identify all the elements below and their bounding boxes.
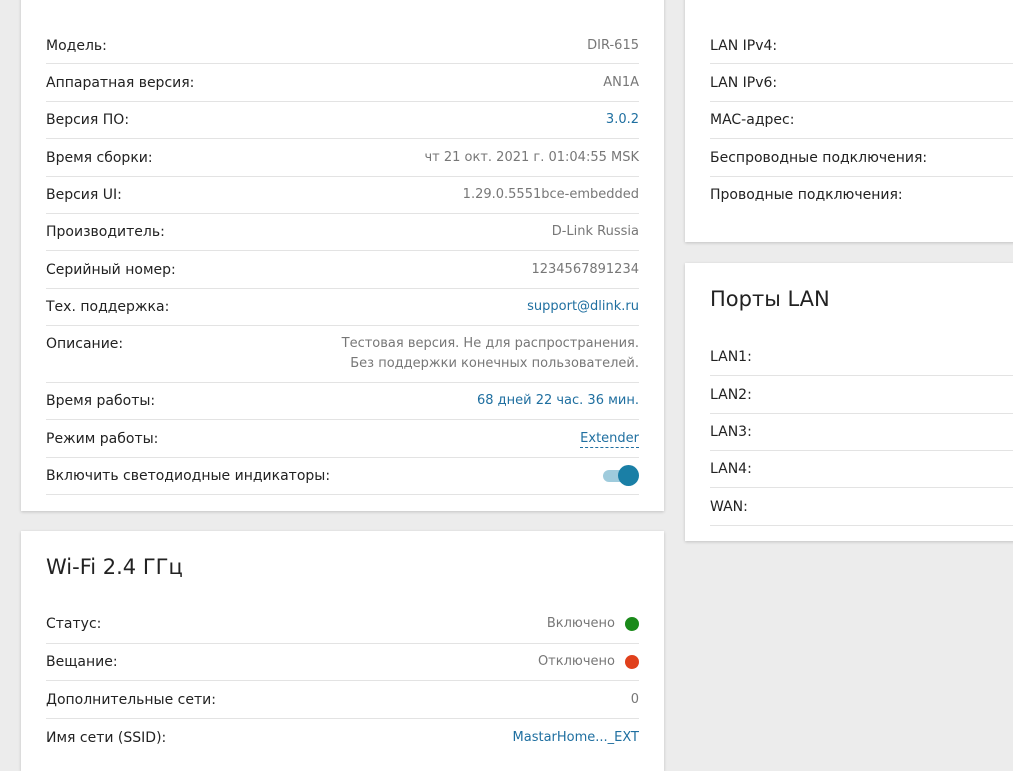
row-lan-ipv4: LAN IPv4: (710, 27, 1013, 64)
status-on-indicator-icon (625, 616, 639, 631)
row-label: Версия UI: (46, 187, 122, 203)
wifi-card-title: Wi-Fi 2.4 ГГц (46, 555, 183, 579)
row-label: Модель: (46, 38, 107, 54)
row-value: DIR-615 (587, 38, 639, 53)
row-wifi-broadcast: Вещание: Отключено (46, 644, 639, 681)
row-label: LAN IPv6: (710, 75, 778, 91)
row-wifi-status: Статус: Включено (46, 606, 639, 644)
row-ui-version: Версия UI: 1.29.0.5551bce-embedded (46, 177, 639, 214)
row-label: LAN2: (710, 387, 752, 403)
row-value: Включено (546, 616, 615, 631)
row-hardware-version: Аппаратная версия: AN1A (46, 64, 639, 102)
row-wan: WAN: (710, 488, 1013, 526)
row-label: Аппаратная версия: (46, 75, 195, 91)
network-info-list: LAN IPv4: LAN IPv6: MAC-адрес: Беспровод… (710, 27, 1013, 214)
row-ssid: Имя сети (SSID): MastarHome..._EXT (46, 719, 639, 757)
operation-mode-link[interactable]: Extender (580, 431, 639, 448)
row-serial-number: Серийный номер: 1234567891234 (46, 251, 639, 289)
row-label: LAN IPv4: (710, 38, 778, 54)
row-label: Имя сети (SSID): (46, 730, 167, 746)
row-value: чт 21 окт. 2021 г. 01:04:55 MSK (424, 150, 639, 165)
row-value: 1234567891234 (531, 262, 639, 277)
row-label: Серийный номер: (46, 262, 176, 278)
lan-ports-list: LAN1: LAN2: LAN3: LAN4: WAN: (710, 339, 1013, 526)
row-value: Отключено (537, 654, 615, 669)
row-uptime: Время работы: 68 дней 22 час. 36 мин. (46, 383, 639, 420)
row-operation-mode: Режим работы: Extender (46, 420, 639, 458)
row-label: LAN3: (710, 424, 752, 440)
row-model: Модель: DIR-615 (46, 27, 639, 64)
wifi-card: Wi-Fi 2.4 ГГц Статус: Включено Вещание: … (21, 531, 664, 771)
row-label: Дополнительные сети: (46, 692, 216, 708)
row-led-indicators: Включить светодиодные индикаторы: (46, 458, 639, 495)
row-value: AN1A (603, 75, 639, 90)
status-off-indicator-icon (625, 654, 639, 669)
row-label: Время работы: (46, 393, 156, 409)
row-label: Описание: (46, 336, 124, 352)
row-value: 0 (630, 692, 639, 707)
row-lan3: LAN3: (710, 414, 1013, 451)
wifi-info-list: Статус: Включено Вещание: Отключено Допо… (46, 606, 639, 757)
row-additional-networks: Дополнительные сети: 0 (46, 681, 639, 719)
row-label: Производитель: (46, 224, 165, 240)
row-firmware-version: Версия ПО: 3.0.2 (46, 102, 639, 139)
row-label: Проводные подключения: (710, 187, 903, 203)
row-lan4: LAN4: (710, 451, 1013, 488)
firmware-version-link[interactable]: 3.0.2 (606, 112, 639, 127)
row-label: Режим работы: (46, 431, 159, 447)
row-label: Вещание: (46, 654, 118, 670)
ssid-link[interactable]: MastarHome..._EXT (513, 730, 639, 745)
lan-ports-card: Порты LAN LAN1: LAN2: LAN3: LAN4: WAN: (685, 263, 1013, 541)
row-value: Тестовая версия. Не для распространения.… (341, 336, 639, 371)
support-email-link[interactable]: support@dlink.ru (527, 299, 639, 314)
row-label: Версия ПО: (46, 112, 130, 128)
row-manufacturer: Производитель: D-Link Russia (46, 214, 639, 251)
row-mac-address: MAC-адрес: (710, 102, 1013, 139)
row-wireless-connections: Беспроводные подключения: (710, 139, 1013, 177)
row-label: LAN4: (710, 461, 752, 477)
device-info-list: Модель: DIR-615 Аппаратная версия: AN1A … (46, 27, 639, 495)
row-label: Время сборки: (46, 150, 153, 166)
lan-ports-title: Порты LAN (710, 287, 830, 311)
device-info-card: Модель: DIR-615 Аппаратная версия: AN1A … (21, 0, 664, 511)
row-label: Тех. поддержка: (46, 299, 170, 315)
row-label: WAN: (710, 499, 748, 515)
row-label: LAN1: (710, 349, 752, 365)
row-lan-ipv6: LAN IPv6: (710, 64, 1013, 102)
row-label: MAC-адрес: (710, 112, 795, 128)
row-label: Беспроводные подключения: (710, 150, 928, 166)
row-lan2: LAN2: (710, 376, 1013, 414)
led-indicators-toggle[interactable] (603, 465, 639, 487)
row-description: Описание: Тестовая версия. Не для распро… (46, 326, 639, 383)
row-build-time: Время сборки: чт 21 окт. 2021 г. 01:04:5… (46, 139, 639, 177)
row-support: Тех. поддержка: support@dlink.ru (46, 289, 639, 326)
row-wired-connections: Проводные подключения: (710, 177, 1013, 214)
row-value: 1.29.0.5551bce-embedded (462, 187, 639, 202)
network-info-card: LAN IPv4: LAN IPv6: MAC-адрес: Беспровод… (685, 0, 1013, 242)
row-label: Включить светодиодные индикаторы: (46, 468, 331, 484)
row-lan1: LAN1: (710, 339, 1013, 376)
toggle-knob (618, 465, 639, 486)
row-value: D-Link Russia (551, 224, 639, 239)
row-label: Статус: (46, 616, 102, 632)
row-value: 68 дней 22 час. 36 мин. (476, 393, 639, 408)
